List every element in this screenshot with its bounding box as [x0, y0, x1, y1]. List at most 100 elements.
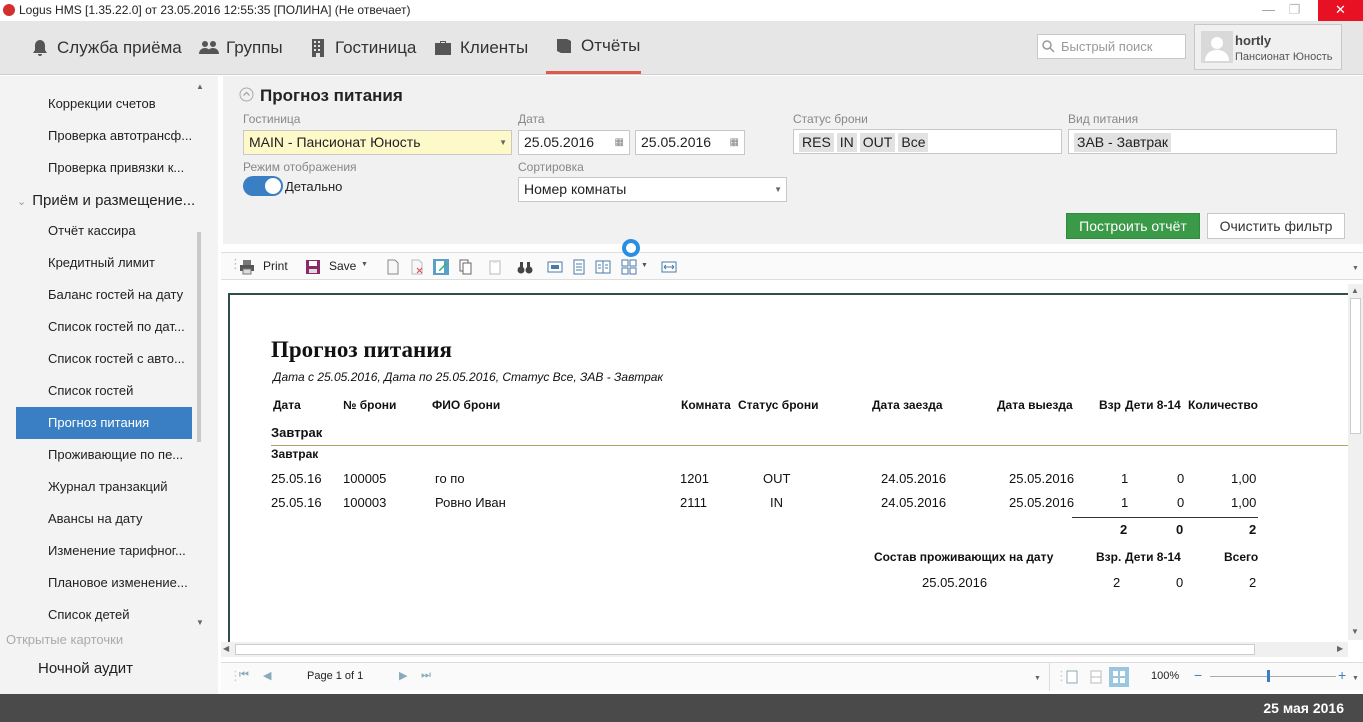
zoom-in-icon[interactable]: +	[1338, 667, 1346, 683]
status-tag[interactable]: IN	[836, 133, 857, 152]
page-remove-icon[interactable]	[409, 259, 425, 275]
restore-button[interactable]: ❐	[1272, 0, 1317, 21]
sidebar-item[interactable]: Коррекции счетов	[48, 92, 156, 116]
single-page-view-icon[interactable]	[1065, 670, 1079, 684]
sidebar-item[interactable]: Список гостей с авто...	[48, 347, 185, 371]
sidebar-item[interactable]: Список гостей по дат...	[48, 315, 185, 339]
view-one-page-icon[interactable]	[547, 259, 563, 275]
report-statusbar: ⋮ ⏮ ◀ Page 1 of 1 ▶ ⏭ ▼ ⋮ 100% − + ▼	[221, 662, 1363, 691]
sidebar-scrollbar[interactable]: ▲ ▼	[193, 82, 207, 630]
meal-tag[interactable]: ЗАВ - Завтрак	[1074, 133, 1172, 152]
sidebar-item[interactable]: Отчёт кассира	[48, 219, 136, 243]
composition-header: Дети 8-14	[1125, 550, 1181, 564]
scroll-right-icon[interactable]: ▶	[1337, 644, 1343, 653]
avatar	[1201, 31, 1233, 63]
toolbar-overflow-icon[interactable]: ▼	[1352, 265, 1359, 272]
nav-label: Гостиница	[335, 37, 417, 57]
mode-toggle[interactable]	[243, 176, 283, 196]
date-from-input[interactable]: 25.05.2016 ▦	[518, 130, 630, 155]
report-hscrollbar[interactable]: ◀ ▶	[221, 642, 1348, 657]
calendar-icon[interactable]: ▦	[730, 131, 739, 154]
status-tag[interactable]: RES	[799, 133, 834, 152]
sidebar-item[interactable]: Авансы на дату	[48, 507, 142, 531]
scroll-thumb[interactable]	[197, 232, 201, 442]
search-input[interactable]: Быстрый поиск	[1037, 34, 1186, 59]
status-tags-input[interactable]: RES IN OUT Все	[793, 129, 1062, 154]
sidebar-item[interactable]: Проверка привязки к...	[48, 156, 184, 180]
sidebar-group[interactable]: ⌄ Приём и размещение...	[17, 192, 195, 209]
sort-select[interactable]: Номер комнаты ▼	[518, 177, 787, 202]
statusbar-overflow-icon[interactable]: ▼	[1034, 675, 1041, 682]
col-header: Количество	[1188, 398, 1258, 412]
night-audit-item[interactable]: Ночной аудит	[38, 657, 133, 681]
calendar-icon[interactable]: ▦	[615, 131, 624, 154]
sidebar-item[interactable]: Изменение тарифног...	[48, 539, 186, 563]
sort-label: Сортировка	[518, 160, 584, 174]
scroll-thumb[interactable]	[235, 644, 1255, 655]
sidebar-item[interactable]: Список детей	[48, 603, 130, 627]
scroll-up-icon[interactable]: ▲	[1351, 286, 1359, 295]
date-to-input[interactable]: 25.05.2016 ▦	[635, 130, 745, 155]
edit-page-icon[interactable]	[433, 259, 449, 275]
page-icon[interactable]	[385, 259, 401, 275]
prev-page-icon[interactable]: ◀	[263, 669, 271, 682]
zoom-overflow-icon[interactable]: ▼	[1352, 675, 1359, 682]
save-icon[interactable]	[305, 259, 321, 275]
build-report-button[interactable]: Построить отчёт	[1066, 213, 1200, 239]
printer-icon[interactable]	[239, 259, 255, 275]
nav-clients[interactable]: Клиенты	[433, 21, 528, 74]
cell: 25.05.2016	[1009, 471, 1075, 486]
next-page-icon[interactable]: ▶	[399, 669, 407, 682]
status-tag[interactable]: Все	[898, 133, 929, 152]
total-cell: 2	[1120, 522, 1128, 537]
fit-window-icon[interactable]	[661, 259, 677, 275]
nav-hotel[interactable]: Гостиница	[308, 21, 416, 74]
sidebar-item[interactable]: Плановое изменение...	[48, 571, 188, 595]
composition-header: Всего	[1224, 550, 1259, 564]
zoom-slider-thumb[interactable]	[1267, 670, 1270, 682]
user-panel[interactable]: hortly Пансионат Юность	[1194, 24, 1342, 70]
clear-filter-button[interactable]: Очистить фильтр	[1207, 213, 1345, 239]
sidebar-item[interactable]: Журнал транзакций	[48, 475, 168, 499]
window-title: Logus HMS [1.35.22.0] от 23.05.2016 12:5…	[19, 3, 411, 17]
sidebar-item-selected[interactable]: Прогноз питания	[16, 407, 192, 439]
nav-label: Клиенты	[460, 37, 529, 57]
binoculars-icon[interactable]	[517, 259, 533, 275]
multi-pages-dropdown-icon[interactable]: ▼	[641, 262, 648, 269]
scroll-up-icon[interactable]: ▲	[196, 82, 204, 91]
save-dropdown-icon[interactable]: ▼	[361, 261, 368, 268]
save-button[interactable]: Save	[329, 259, 356, 273]
zoom-slider-track[interactable]	[1210, 676, 1336, 677]
report-vscrollbar[interactable]: ▲ ▼	[1348, 284, 1363, 640]
scroll-down-icon[interactable]: ▼	[196, 618, 204, 627]
first-page-icon[interactable]: ⏮	[239, 669, 249, 682]
scroll-left-icon[interactable]: ◀	[223, 644, 229, 653]
scroll-down-icon[interactable]: ▼	[1351, 627, 1359, 636]
multi-page-view-icon[interactable]	[1109, 667, 1129, 687]
last-page-icon[interactable]: ⏭	[421, 669, 431, 682]
view-page-width-icon[interactable]	[571, 259, 587, 275]
view-two-pages-icon[interactable]	[595, 259, 611, 275]
search-icon	[1042, 40, 1055, 53]
sidebar-item[interactable]: Проверка автотрансф...	[48, 124, 192, 148]
zoom-out-icon[interactable]: −	[1194, 667, 1202, 683]
continuous-view-icon[interactable]	[1089, 670, 1103, 684]
close-button[interactable]: ✕	[1318, 0, 1363, 21]
nav-front-desk[interactable]: Служба приёма	[30, 21, 182, 74]
copy-page-icon[interactable]	[457, 259, 473, 275]
clipboard-icon[interactable]	[487, 259, 503, 275]
meal-tags-input[interactable]: ЗАВ - Завтрак	[1068, 129, 1337, 154]
collapse-up-icon[interactable]	[239, 87, 254, 102]
sidebar-item[interactable]: Проживающие по пе...	[48, 443, 183, 467]
scroll-thumb[interactable]	[1350, 298, 1361, 434]
sidebar-item[interactable]: Список гостей	[48, 379, 133, 403]
nav-groups[interactable]: Группы	[199, 21, 283, 74]
sidebar-item[interactable]: Кредитный лимит	[48, 251, 155, 275]
hotel-select[interactable]: MAIN - Пансионат Юность ▼	[243, 130, 512, 155]
cell: го по	[435, 471, 465, 486]
status-tag[interactable]: OUT	[859, 133, 896, 152]
view-multi-pages-icon[interactable]	[621, 259, 637, 275]
nav-reports[interactable]: Отчёты	[546, 21, 641, 74]
print-button[interactable]: Print	[263, 259, 288, 273]
sidebar-item[interactable]: Баланс гостей на дату	[48, 283, 183, 307]
